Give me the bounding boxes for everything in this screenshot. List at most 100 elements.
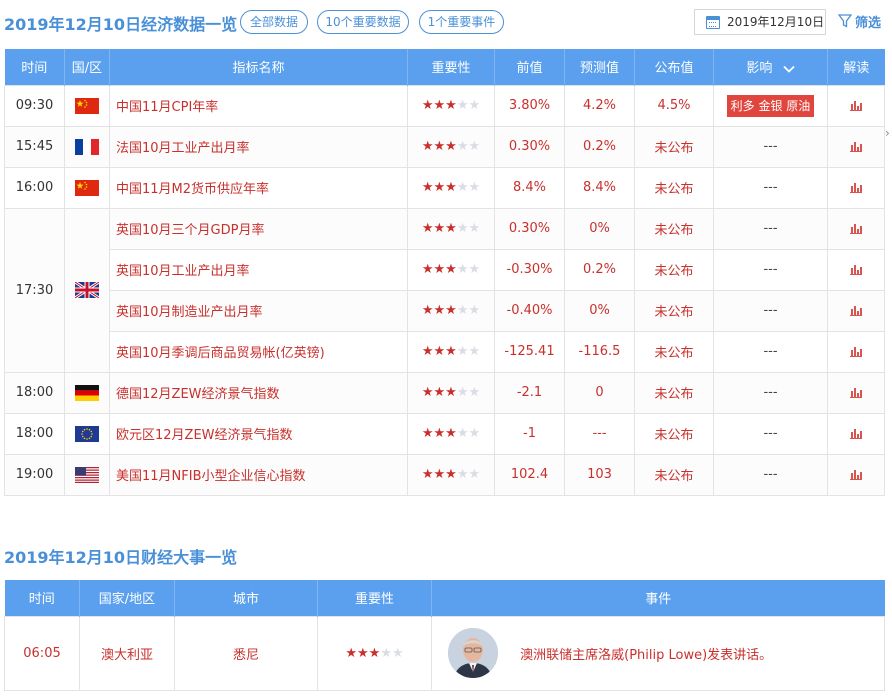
row-analysis[interactable]	[827, 207, 885, 250]
star-icon: ★	[421, 344, 434, 359]
table-row[interactable]: 18:00 欧元区12月ZEW经济景气指数 ★★★★★ -1 --- 未公布 ---	[4, 412, 885, 455]
table-row[interactable]: 英国10月制造业产出月率 ★★★★★ -0.40% 0% 未公布 ---	[5, 289, 885, 332]
row-analysis[interactable]	[827, 125, 885, 168]
row-actual: 4.5%	[634, 84, 714, 127]
bar-chart-icon[interactable]	[850, 141, 862, 152]
star-icon: ★	[456, 262, 469, 277]
row-actual: 未公布	[634, 207, 714, 250]
star-rating: ★★★★★	[422, 467, 480, 482]
filter-important-data[interactable]: 10个重要数据	[317, 10, 409, 34]
star-icon: ★	[433, 344, 446, 359]
table-row[interactable]: 16:00 中国11月M2货币供应年率 ★★★★★ 8.4% 8.4% 未公布 ---	[4, 166, 885, 209]
row-time: 09:30	[4, 84, 65, 127]
col-impact[interactable]: 影响	[713, 49, 828, 85]
table-row[interactable]: 18:00 德国12月ZEW经济景气指数 ★★★★★ -2.1 0 未公布 ---	[4, 371, 885, 414]
row-previous: 0.30%	[494, 207, 565, 250]
bar-chart-icon[interactable]	[850, 469, 862, 480]
row-analysis[interactable]	[827, 453, 885, 496]
bar-chart-icon[interactable]	[850, 387, 862, 398]
row-country	[64, 453, 110, 496]
ev-col-event: 事件	[431, 580, 885, 616]
row-impact: ---	[713, 207, 828, 250]
star-icon: ★	[445, 98, 457, 113]
row-indicator-name[interactable]: 英国10月季调后商品贸易帐(亿英镑)	[109, 330, 408, 373]
star-icon: ★	[433, 180, 446, 195]
bar-chart-icon[interactable]	[850, 223, 862, 234]
row-forecast: 4.2%	[564, 84, 635, 127]
economic-data-table: 时间 国/区 指标名称 重要性 前值 预测值 公布值 影响 解读 09:30 中国…	[4, 49, 885, 496]
avatar	[448, 628, 498, 678]
bar-chart-icon[interactable]	[850, 264, 862, 275]
row-importance: ★★★★★	[407, 248, 495, 291]
star-icon: ★	[421, 221, 434, 236]
row-indicator-name[interactable]: 英国10月工业产出月率	[109, 248, 408, 291]
row-indicator-name[interactable]: 美国11月NFIB小型企业信心指数	[109, 453, 408, 496]
bar-chart-icon[interactable]	[850, 305, 862, 316]
row-forecast: 0.2%	[564, 248, 635, 291]
row-previous: -0.30%	[494, 248, 565, 291]
bar-chart-icon[interactable]	[850, 428, 862, 439]
row-country	[64, 84, 110, 127]
impact-label: 影响	[746, 61, 773, 77]
bar-chart-icon[interactable]	[850, 100, 862, 111]
star-icon: ★	[391, 645, 404, 661]
star-icon: ★	[468, 262, 481, 277]
row-importance: ★★★★★	[407, 166, 495, 209]
row-impact: ---	[713, 289, 828, 332]
row-indicator-name[interactable]: 德国12月ZEW经济景气指数	[109, 371, 408, 414]
table-row[interactable]: 英国10月工业产出月率 ★★★★★ -0.30% 0.2% 未公布 ---	[5, 248, 885, 291]
event-importance: ★★★★★	[317, 615, 432, 691]
row-previous: 8.4%	[494, 166, 565, 209]
row-forecast: 0%	[564, 207, 635, 250]
ev-col-country: 国家/地区	[79, 580, 175, 616]
event-row[interactable]: 06:05 澳大利亚 悉尼 ★★★★★ 澳洲联储主席洛威(Philip Lowe…	[4, 615, 885, 691]
events-table: 时间 国家/地区 城市 重要性 事件 06:05 澳大利亚 悉尼 ★★★★★ 澳…	[4, 580, 885, 691]
row-importance: ★★★★★	[407, 412, 495, 455]
filter-all-data[interactable]: 全部数据	[240, 10, 308, 34]
star-icon: ★	[421, 426, 434, 441]
star-rating: ★★★★★	[422, 139, 480, 154]
row-analysis[interactable]	[827, 371, 885, 414]
date-picker[interactable]: 2019年12月10日	[694, 9, 826, 35]
row-analysis[interactable]	[827, 412, 885, 455]
col-importance: 重要性	[407, 49, 495, 85]
row-impact: ---	[713, 453, 828, 496]
star-icon: ★	[445, 426, 457, 441]
row-previous: -2.1	[494, 371, 565, 414]
row-time: 18:00	[4, 412, 65, 455]
row-indicator-name[interactable]: 欧元区12月ZEW经济景气指数	[109, 412, 408, 455]
event-text[interactable]: 澳洲联储主席洛威(Philip Lowe)发表讲话。	[520, 648, 772, 663]
table-row[interactable]: 09:30 中国11月CPI年率 ★★★★★ 3.80% 4.2% 4.5% 利多 金银 原…	[4, 84, 885, 127]
row-analysis[interactable]	[827, 330, 885, 373]
row-indicator-name[interactable]: 中国11月CPI年率	[109, 84, 408, 127]
row-indicator-name[interactable]: 中国11月M2货币供应年率	[109, 166, 408, 209]
row-indicator-name[interactable]: 英国10月三个月GDP月率	[109, 207, 408, 250]
row-indicator-name[interactable]: 法国10月工业产出月率	[109, 125, 408, 168]
row-analysis[interactable]	[827, 84, 885, 127]
table-row[interactable]: 英国10月季调后商品贸易帐(亿英镑) ★★★★★ -125.41 -116.5 未公布 -…	[5, 330, 885, 373]
row-impact: ---	[713, 125, 828, 168]
table-row[interactable]: 19:00 美国11月NFIB小型企业信心指数 ★★★★★ 102.4 103 未公布 --…	[4, 453, 885, 496]
row-previous: -0.40%	[494, 289, 565, 332]
row-actual: 未公布	[634, 330, 714, 373]
star-rating: ★★★★★	[422, 221, 480, 236]
star-icon: ★	[368, 645, 381, 661]
filter-important-event[interactable]: 1个重要事件	[419, 10, 504, 34]
star-icon: ★	[456, 385, 469, 400]
bar-chart-icon[interactable]	[850, 346, 862, 357]
col-country: 国/区	[64, 49, 110, 85]
star-icon: ★	[421, 303, 434, 318]
events-header-row: 时间 国家/地区 城市 重要性 事件	[4, 580, 885, 616]
row-previous: -125.41	[494, 330, 565, 373]
star-icon: ★	[421, 467, 434, 482]
chevron-right-icon[interactable]: ›	[885, 126, 890, 140]
row-analysis[interactable]	[827, 289, 885, 332]
row-analysis[interactable]	[827, 248, 885, 291]
row-impact: ---	[713, 371, 828, 414]
star-icon: ★	[468, 303, 481, 318]
table-row[interactable]: 15:45 法国10月工业产出月率 ★★★★★ 0.30% 0.2% 未公布 ---	[4, 125, 885, 168]
table-row[interactable]: 17:30 英国10月三个月GDP月率 ★★★★★ 0.30% 0% 未公布 ---	[4, 207, 885, 373]
bar-chart-icon[interactable]	[850, 182, 862, 193]
row-indicator-name[interactable]: 英国10月制造业产出月率	[109, 289, 408, 332]
row-analysis[interactable]	[827, 166, 885, 209]
